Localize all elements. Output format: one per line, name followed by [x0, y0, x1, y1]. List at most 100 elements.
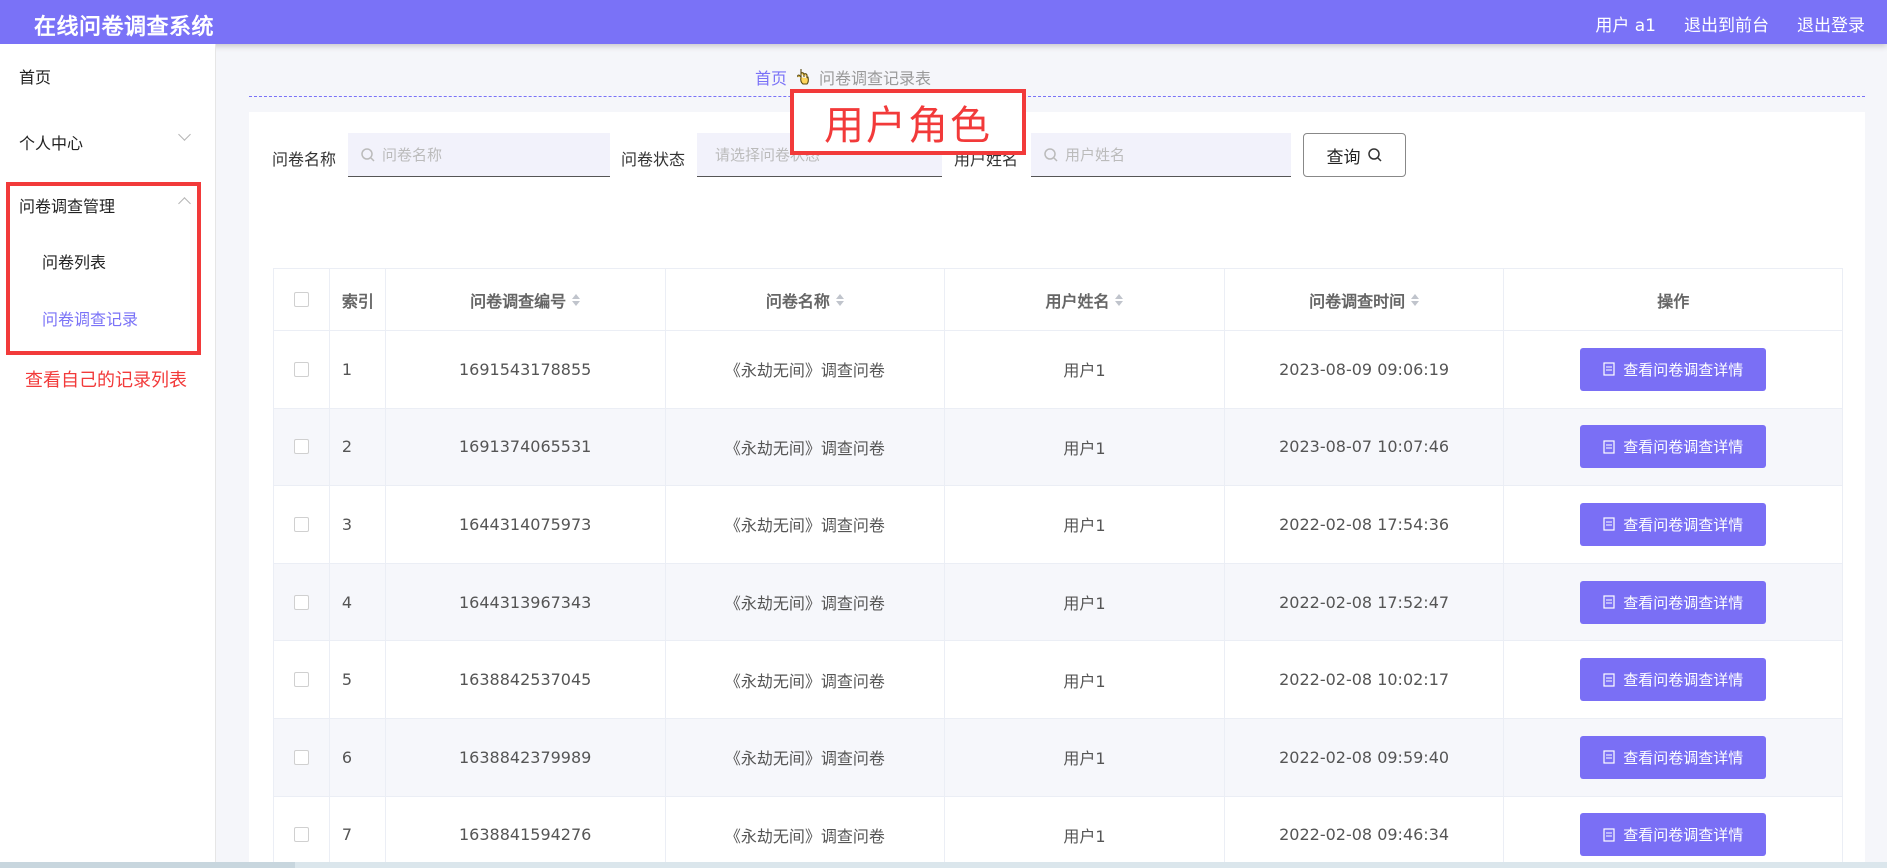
- row-checkbox-cell: [274, 563, 330, 641]
- cell-index: 5: [330, 641, 386, 718]
- document-icon: [1603, 517, 1615, 532]
- cell-survey-number-text: 1638842379989: [459, 747, 592, 767]
- cell-operation: 查看问卷调查详情: [1504, 331, 1842, 408]
- cell-survey-time-text: 2023-08-07 10:07:46: [1279, 437, 1450, 457]
- search-icon: [1367, 148, 1382, 162]
- header-user-name[interactable]: 用户姓名: [945, 269, 1225, 330]
- breadcrumb-divider: [249, 96, 1865, 97]
- chevron-down-icon: [178, 128, 191, 141]
- row-checkbox[interactable]: [293, 516, 309, 532]
- scrollbar-thumb[interactable]: [0, 862, 295, 868]
- document-icon: [1603, 595, 1615, 609]
- cell-survey-time-text: 2022-02-08 09:46:34: [1279, 825, 1450, 845]
- cell-survey-name-text: 《永劫无间》调查问卷: [724, 361, 885, 381]
- cell-operation: 查看问卷调查详情: [1504, 641, 1842, 718]
- row-checkbox[interactable]: [293, 827, 309, 843]
- row-checkbox[interactable]: [293, 594, 309, 610]
- query-button-label: 查询: [1326, 147, 1361, 168]
- cell-survey-name-text: 《永劫无间》调查问卷: [724, 594, 885, 614]
- row-checkbox[interactable]: [293, 749, 309, 765]
- cell-index-text: 1: [341, 359, 353, 379]
- header-survey-time[interactable]: 问卷调查时间: [1225, 269, 1505, 330]
- cell-index: 3: [330, 486, 386, 563]
- cell-survey-name-text: 《永劫无间》调查问卷: [724, 826, 885, 846]
- cell-survey-time: 2023-08-07 10:07:46: [1225, 408, 1505, 486]
- cell-survey-time: 2022-02-08 09:59:40: [1225, 718, 1505, 796]
- view-details-label: 查看问卷调查详情: [1623, 593, 1744, 612]
- table-row: 1 1691543178855 《永劫无间》调查问卷 用户1 2023-08-0…: [274, 331, 1842, 409]
- cell-survey-name: 《永劫无间》调查问卷: [666, 563, 946, 641]
- document-icon: [1603, 750, 1615, 764]
- breadcrumb-home[interactable]: 首页: [755, 65, 787, 89]
- annotation-highlight-box: [6, 182, 201, 355]
- row-checkbox[interactable]: [293, 361, 309, 377]
- sidebar-item-personal-center[interactable]: 个人中心: [19, 130, 83, 154]
- search-icon: [361, 147, 375, 162]
- view-details-label: 查看问卷调查详情: [1623, 671, 1744, 690]
- header-survey-name[interactable]: 问卷名称: [666, 269, 946, 330]
- row-checkbox[interactable]: [293, 672, 309, 688]
- header-user-name-label: 用户姓名: [1045, 291, 1110, 311]
- cell-survey-number: 1644314075973: [386, 486, 666, 563]
- cell-index-text: 5: [341, 670, 353, 690]
- cell-index: 2: [330, 408, 386, 486]
- cell-survey-number: 1638842537045: [386, 641, 666, 718]
- query-button[interactable]: 查询: [1303, 133, 1406, 177]
- cell-survey-number-text: 1638841594276: [459, 825, 592, 845]
- back-to-frontend-link[interactable]: 退出到前台: [1684, 11, 1769, 36]
- cell-index-text: 6: [341, 747, 353, 767]
- view-details-button[interactable]: 查看问卷调查详情: [1580, 580, 1767, 624]
- filter-label-survey-status: 问卷状态: [621, 150, 686, 169]
- cell-operation: 查看问卷调查详情: [1504, 564, 1842, 641]
- records-table: 索引 问卷调查编号 问卷名称 用户姓名 问卷调查时间 操作 1 16915431…: [273, 268, 1843, 868]
- view-details-label: 查看问卷调查详情: [1623, 515, 1744, 534]
- sort-icon[interactable]: [572, 293, 581, 306]
- cell-user-name-text: 用户1: [1063, 749, 1106, 769]
- cell-user-name: 用户1: [945, 718, 1225, 796]
- survey-name-input[interactable]: 问卷名称: [348, 133, 610, 177]
- cell-survey-time: 2022-02-08 10:02:17: [1225, 641, 1505, 718]
- cell-user-name: 用户1: [945, 641, 1225, 718]
- sort-icon[interactable]: [1411, 293, 1420, 306]
- cell-survey-name-text: 《永劫无间》调查问卷: [724, 671, 885, 691]
- table-row: 3 1644314075973 《永劫无间》调查问卷 用户1 2022-02-0…: [274, 486, 1842, 564]
- cell-survey-name-text: 《永劫无间》调查问卷: [724, 516, 885, 536]
- cell-index: 1: [330, 331, 386, 408]
- filter-label-survey-name: 问卷名称: [272, 150, 337, 169]
- sidebar-item-home[interactable]: 首页: [19, 64, 51, 88]
- cell-survey-number-text: 1691543178855: [459, 359, 592, 379]
- view-details-button[interactable]: 查看问卷调查详情: [1580, 425, 1767, 469]
- view-details-button[interactable]: 查看问卷调查详情: [1580, 502, 1767, 546]
- view-details-button[interactable]: 查看问卷调查详情: [1580, 813, 1767, 857]
- user-name-link[interactable]: 用户 a1: [1595, 11, 1656, 36]
- cell-survey-name: 《永劫无间》调查问卷: [666, 718, 946, 796]
- hand-icon: [797, 69, 809, 85]
- header-operation: 操作: [1504, 269, 1842, 330]
- cell-user-name-text: 用户1: [1063, 594, 1106, 614]
- row-checkbox-cell: [274, 331, 330, 408]
- horizontal-scrollbar[interactable]: [0, 862, 1887, 868]
- sort-icon[interactable]: [835, 293, 844, 306]
- cell-survey-number: 1691543178855: [386, 331, 666, 408]
- row-checkbox[interactable]: [293, 439, 309, 455]
- select-all-checkbox[interactable]: [293, 292, 309, 307]
- view-details-button[interactable]: 查看问卷调查详情: [1580, 658, 1767, 702]
- cell-index: 6: [330, 718, 386, 796]
- logout-link[interactable]: 退出登录: [1797, 11, 1865, 36]
- header-index: 索引: [330, 269, 386, 330]
- cell-operation: 查看问卷调查详情: [1504, 719, 1842, 796]
- document-icon: [1603, 673, 1615, 687]
- header-survey-number[interactable]: 问卷调查编号: [386, 269, 666, 330]
- header-index-label: 索引: [341, 291, 374, 311]
- user-name-input[interactable]: 用户姓名: [1031, 133, 1291, 177]
- table-body: 1 1691543178855 《永劫无间》调查问卷 用户1 2023-08-0…: [274, 331, 1842, 868]
- cell-index-text: 2: [341, 437, 353, 457]
- table-row: 5 1638842537045 《永劫无间》调查问卷 用户1 2022-02-0…: [274, 641, 1842, 719]
- cell-user-name: 用户1: [945, 796, 1225, 868]
- sort-icon[interactable]: [1115, 293, 1124, 306]
- view-details-button[interactable]: 查看问卷调查详情: [1580, 735, 1767, 779]
- cell-user-name-text: 用户1: [1063, 361, 1106, 381]
- view-details-button[interactable]: 查看问卷调查详情: [1580, 347, 1767, 391]
- table-row: 2 1691374065531 《永劫无间》调查问卷 用户1 2023-08-0…: [274, 408, 1842, 487]
- document-icon: [1603, 828, 1615, 842]
